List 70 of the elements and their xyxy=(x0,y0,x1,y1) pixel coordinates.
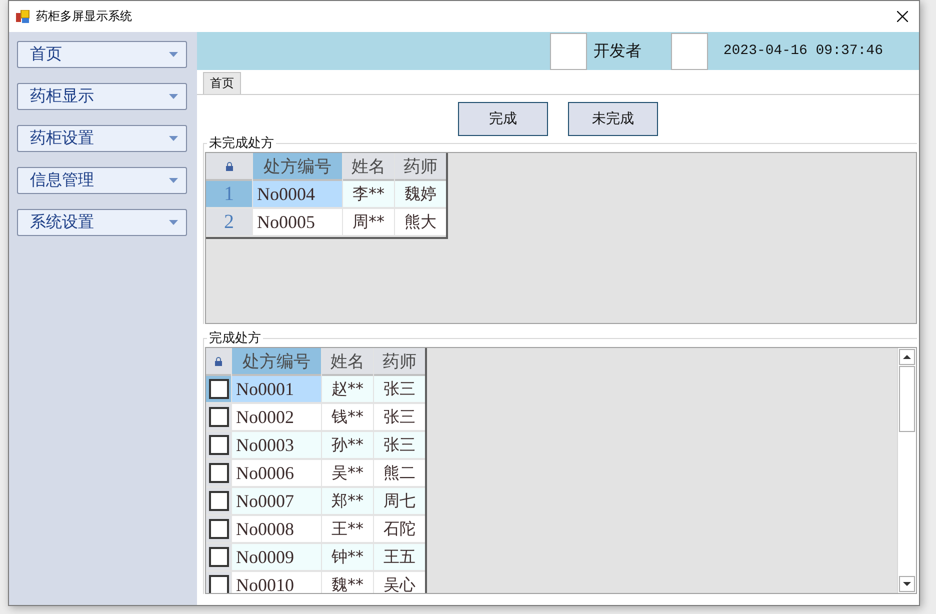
checkbox[interactable] xyxy=(208,491,228,511)
table-cell: 张三 xyxy=(374,376,425,404)
caret-icon xyxy=(169,52,178,57)
checkbox[interactable] xyxy=(208,407,228,427)
column-header[interactable]: 姓名 xyxy=(322,348,373,376)
table-cell: 赵** xyxy=(322,376,373,404)
checkbox[interactable] xyxy=(208,519,228,539)
table-cell: 王五 xyxy=(374,544,425,572)
table-cell: 钱** xyxy=(322,404,373,432)
table-cell: 石陀 xyxy=(374,516,425,544)
table-cell: No0005 xyxy=(253,209,342,237)
group-title: 未完成处方 xyxy=(208,135,275,152)
checkbox[interactable] xyxy=(208,575,228,593)
column-header[interactable]: 药师 xyxy=(395,153,446,181)
table-cell: No0010 xyxy=(232,572,321,593)
window-title: 药柜多屏显示系统 xyxy=(36,8,133,25)
table-cell: No0004 xyxy=(253,181,342,209)
caret-icon xyxy=(169,136,178,141)
column-header[interactable]: 处方编号 xyxy=(232,348,321,376)
caret-icon xyxy=(169,220,178,225)
checkbox[interactable] xyxy=(208,435,228,455)
menu-button[interactable]: 系统设置 xyxy=(17,209,187,236)
table-cell: 魏婷 xyxy=(395,181,446,209)
checkbox[interactable] xyxy=(208,463,228,483)
scroll-thumb[interactable] xyxy=(899,366,915,432)
caret-icon xyxy=(169,178,178,183)
table-cell: No0009 xyxy=(232,544,321,572)
table-cell: 周** xyxy=(343,209,394,237)
scrollbar[interactable] xyxy=(897,348,916,593)
table-cell: 钟** xyxy=(322,544,373,572)
table-cell: 李** xyxy=(343,181,394,209)
action-button[interactable]: 未完成 xyxy=(568,102,658,136)
close-icon xyxy=(896,11,908,22)
table-cell: No0002 xyxy=(232,404,321,432)
table-cell: 王** xyxy=(322,516,373,544)
table-cell: No0008 xyxy=(232,516,321,544)
user-name: 开发者 xyxy=(593,40,642,62)
caret-icon xyxy=(169,94,178,99)
app-icon xyxy=(16,10,30,24)
table-cell: 吴心 xyxy=(374,572,425,593)
table-cell: 魏** xyxy=(322,572,373,593)
group-title: 完成处方 xyxy=(208,330,262,347)
column-header[interactable]: 姓名 xyxy=(343,153,394,181)
table-cell: 张三 xyxy=(374,432,425,460)
table-cell: No0006 xyxy=(232,460,321,488)
up-arrow-icon xyxy=(903,355,911,359)
table-cell: No0007 xyxy=(232,488,321,516)
checkbox[interactable] xyxy=(208,379,228,399)
menu-button[interactable]: 药柜设置 xyxy=(17,125,187,152)
checkbox[interactable] xyxy=(208,547,228,567)
tab[interactable]: 首页 xyxy=(203,72,241,94)
date-time: 2023-04-16 09:37:46 xyxy=(723,43,883,59)
table-cell: 熊二 xyxy=(374,460,425,488)
table-cell: No0001 xyxy=(232,376,321,404)
table-cell: 孙** xyxy=(322,432,373,460)
menu-button[interactable]: 信息管理 xyxy=(17,167,187,194)
menu-button[interactable]: 首页 xyxy=(17,41,187,68)
table-cell: 周七 xyxy=(374,488,425,516)
column-header[interactable]: 药师 xyxy=(374,348,425,376)
table-cell: 熊大 xyxy=(395,209,446,237)
menu-button[interactable]: 药柜显示 xyxy=(17,83,187,110)
table-cell: 吴** xyxy=(322,460,373,488)
action-button[interactable]: 完成 xyxy=(458,102,548,136)
down-arrow-icon xyxy=(903,582,911,586)
table-cell: No0003 xyxy=(232,432,321,460)
table-cell: 郑** xyxy=(322,488,373,516)
lock-icon xyxy=(215,356,222,366)
lock-icon xyxy=(226,162,232,170)
column-header[interactable]: 处方编号 xyxy=(253,153,342,181)
table-cell: 张三 xyxy=(374,404,425,432)
